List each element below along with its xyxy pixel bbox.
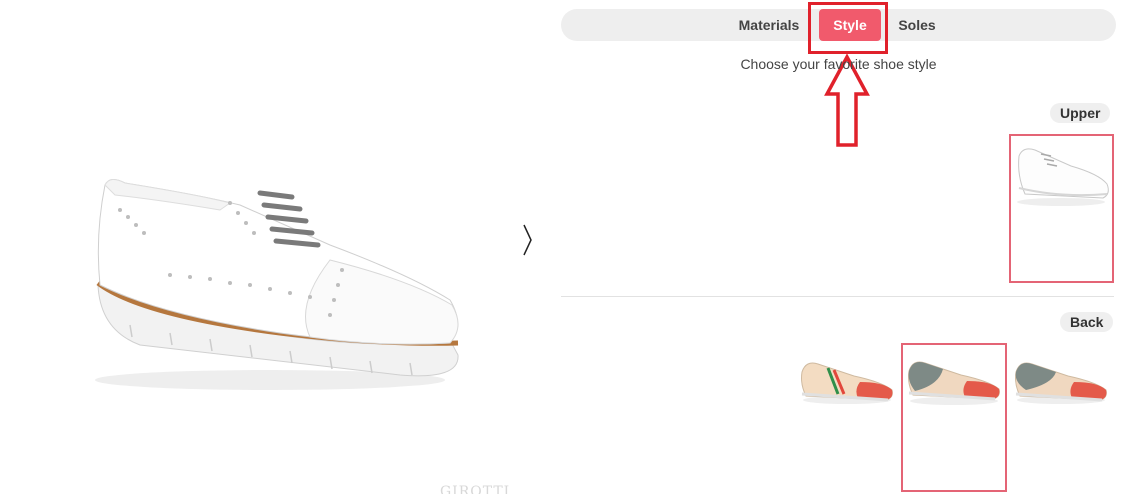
back-style-option[interactable]	[798, 350, 896, 410]
wingtip-back-thumbnail	[1015, 362, 1107, 404]
style-instructions: Choose your favorite shoe style	[740, 56, 937, 72]
annotation-highlight-box	[808, 2, 888, 54]
next-view-arrow-icon[interactable]	[520, 222, 534, 258]
tab-soles[interactable]: Soles	[891, 9, 943, 41]
section-label-back: Back	[1060, 312, 1114, 332]
brand-watermark: GIROTTI	[440, 484, 511, 494]
back-style-option-selected[interactable]	[901, 343, 1007, 492]
back-style-option[interactable]	[1012, 350, 1110, 410]
saddle-back-thumbnail	[908, 361, 1000, 405]
upper-style-option[interactable]	[1009, 134, 1114, 283]
section-label-upper: Upper	[1050, 103, 1111, 123]
tab-materials[interactable]: Materials	[731, 9, 807, 41]
section-divider	[561, 296, 1114, 297]
striped-back-thumbnail	[801, 362, 893, 404]
shoe-preview: GIROTTI	[0, 0, 540, 494]
sneaker-upper-thumbnail	[1017, 148, 1109, 206]
shoe-preview-image	[95, 179, 459, 390]
